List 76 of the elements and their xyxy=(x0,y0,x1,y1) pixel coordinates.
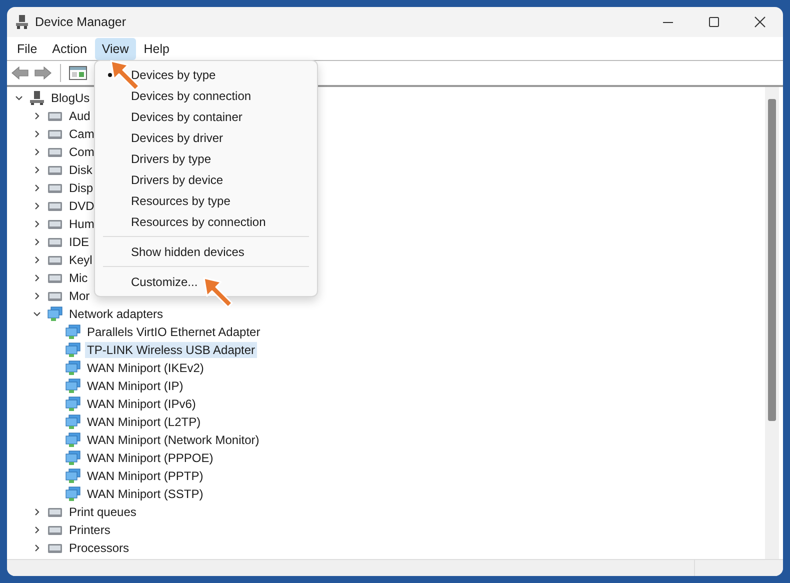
tree-item[interactable]: Parallels VirtIO Ethernet Adapter xyxy=(85,324,262,340)
menu-item[interactable]: Devices by connection xyxy=(95,85,317,106)
scrollbar[interactable] xyxy=(765,87,779,559)
menu-item[interactable]: Help xyxy=(136,38,176,60)
chevron-icon[interactable] xyxy=(32,111,42,121)
network-adapter-icon xyxy=(47,306,63,322)
tree-item[interactable]: Disp xyxy=(67,180,96,196)
close-icon xyxy=(754,16,766,28)
network-adapter-icon xyxy=(65,324,81,340)
network-adapter-icon xyxy=(65,378,81,394)
menu-item[interactable]: Devices by driver xyxy=(95,127,317,148)
computer-icon xyxy=(29,90,45,106)
tree-item[interactable]: WAN Miniport (IKEv2) xyxy=(85,360,206,376)
network-adapter-icon xyxy=(65,342,81,358)
tree-item[interactable]: TP-LINK Wireless USB Adapter xyxy=(85,342,258,358)
tree-item[interactable]: Hum xyxy=(67,216,96,232)
tree-item[interactable]: Mor xyxy=(67,288,92,304)
window-title: Device Manager xyxy=(35,15,126,29)
tree-item[interactable]: Keyl xyxy=(67,252,94,268)
network-adapter-icon xyxy=(65,432,81,448)
computer-icon xyxy=(15,15,29,29)
menu-item[interactable]: Show hidden devices xyxy=(95,241,317,262)
tree-item[interactable]: Processors xyxy=(67,540,132,556)
maximize-icon xyxy=(708,16,720,28)
scrollbar-thumb[interactable] xyxy=(768,99,776,421)
tree-item[interactable]: Printers xyxy=(67,522,112,538)
tree-item[interactable]: WAN Miniport (SSTP) xyxy=(85,486,206,502)
menu-item[interactable]: Devices by container xyxy=(95,106,317,127)
tree-item[interactable]: WAN Miniport (IP) xyxy=(85,378,186,394)
chevron-icon[interactable] xyxy=(32,183,42,193)
tree-item[interactable]: WAN Miniport (IPv6) xyxy=(85,396,198,412)
menu-item[interactable]: View xyxy=(94,38,136,60)
network-adapter-icon xyxy=(65,468,81,484)
chevron-icon[interactable] xyxy=(32,273,42,283)
chevron-icon[interactable] xyxy=(32,291,42,301)
network-adapter-icon xyxy=(65,450,81,466)
network-adapter-icon xyxy=(65,360,81,376)
menu-item[interactable]: Resources by connection xyxy=(95,211,317,232)
chevron-icon[interactable] xyxy=(32,525,42,535)
tree-item[interactable]: DVD xyxy=(67,198,96,214)
menu-item[interactable]: Drivers by type xyxy=(95,148,317,169)
chevron-icon[interactable] xyxy=(32,237,42,247)
chevron-icon[interactable] xyxy=(14,93,24,103)
chevron-icon[interactable] xyxy=(32,255,42,265)
chevron-icon[interactable] xyxy=(32,201,42,211)
network-adapter-icon xyxy=(65,396,81,412)
tree-item[interactable]: Com xyxy=(67,144,96,160)
menu-item[interactable]: Resources by type xyxy=(95,190,317,211)
chevron-icon[interactable] xyxy=(32,543,42,553)
tree-item[interactable]: Print queues xyxy=(67,504,138,520)
tree-item[interactable]: WAN Miniport (PPTP) xyxy=(85,468,206,484)
back-arrow-icon[interactable] xyxy=(11,66,29,80)
tree-item[interactable]: WAN Miniport (Network Monitor) xyxy=(85,432,262,448)
chevron-icon[interactable] xyxy=(32,309,42,319)
tree-item[interactable]: BlogUs xyxy=(49,90,92,106)
menu-item[interactable]: Customize... xyxy=(95,271,317,292)
chevron-icon[interactable] xyxy=(32,147,42,157)
tree-item[interactable]: Cam xyxy=(67,126,96,142)
chevron-icon[interactable] xyxy=(32,165,42,175)
network-adapter-icon xyxy=(65,414,81,430)
tree-item[interactable]: Mic xyxy=(67,270,90,286)
tree-item[interactable]: IDE xyxy=(67,234,92,250)
tree-item[interactable]: Disk xyxy=(67,162,94,178)
menu-item[interactable]: File xyxy=(10,38,44,60)
chevron-icon[interactable] xyxy=(32,219,42,229)
tree-item[interactable]: WAN Miniport (PPPOE) xyxy=(85,450,216,466)
properties-icon[interactable] xyxy=(69,66,87,80)
tree-item[interactable]: Network adapters xyxy=(67,306,166,322)
tree-item[interactable]: Aud xyxy=(67,108,92,124)
chevron-icon[interactable] xyxy=(32,129,42,139)
forward-arrow-icon[interactable] xyxy=(34,66,52,80)
menu-item[interactable]: Action xyxy=(45,38,94,60)
menu-item[interactable]: Drivers by device xyxy=(95,169,317,190)
chevron-icon[interactable] xyxy=(32,507,42,517)
network-adapter-icon xyxy=(65,486,81,502)
tree-item[interactable]: WAN Miniport (L2TP) xyxy=(85,414,203,430)
